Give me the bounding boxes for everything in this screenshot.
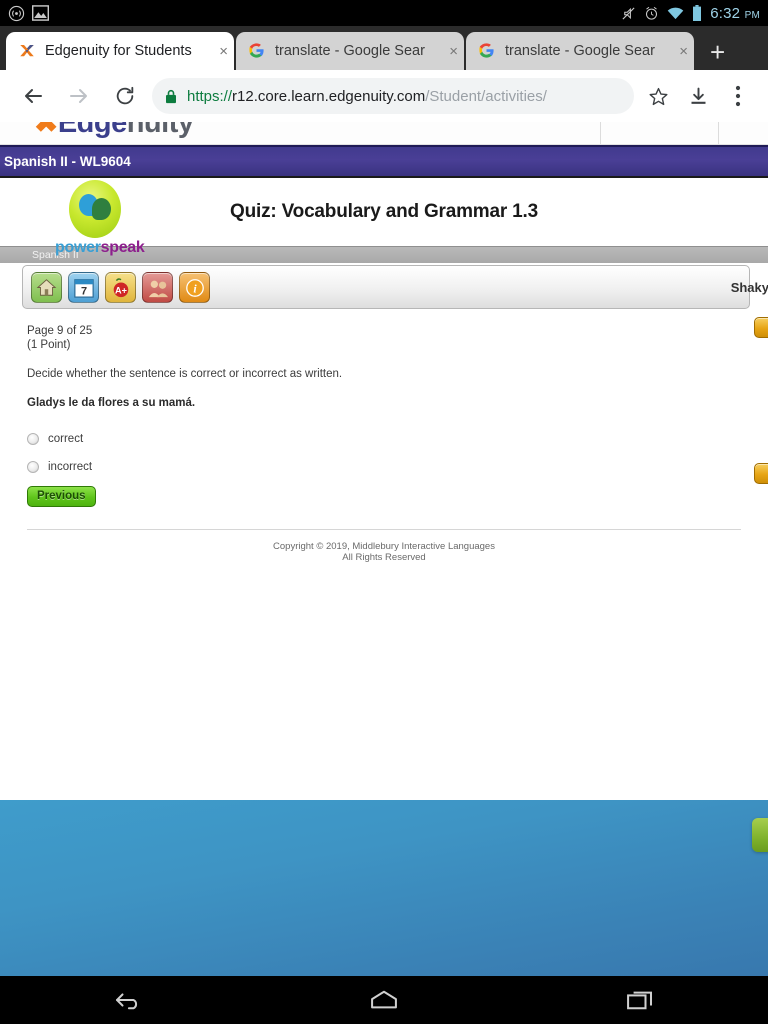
info-icon[interactable]: i [179,271,210,303]
choice-label: incorrect [48,461,93,473]
course-title-bar: Spanish II - WL9604 [0,145,768,178]
forward-arrow-icon [56,84,102,108]
page-indicator: Page 9 of 25 [27,325,93,337]
three-dot-menu-icon[interactable] [718,85,758,107]
tab-close-icon[interactable]: × [219,43,228,60]
previous-button[interactable]: Previous [27,486,96,507]
google-g-icon [478,42,496,60]
battery-icon [692,5,702,21]
question-instruction: Decide whether the sentence is correct o… [27,368,343,380]
next-button-top[interactable] [754,317,768,338]
copyright-footer: Copyright © 2019, Middlebury Interactive… [0,530,768,563]
tab-translate-2[interactable]: translate - Google Sear × [466,32,694,70]
floating-green-chip[interactable] [752,818,768,852]
tab-close-icon[interactable]: × [679,43,688,60]
web-page-viewport: ✖Edgenuity Spanish II - WL9604 powerspea… [0,122,768,800]
powerspeak-word-power: power [55,239,101,256]
address-bar[interactable]: https://r12.core.learn.edgenuity.com/Stu… [152,78,634,114]
question-sentence: Gladys le da flores a su mamá. [27,397,196,409]
device-screen: 6:32 PM Edgenuity for Students × transla… [0,0,768,1024]
quiz-content: Page 9 of 25 (1 Point) Decide whether th… [0,311,768,507]
android-nav-bar [0,976,768,1024]
quiz-meta: Page 9 of 25 (1 Point) [27,325,768,352]
answer-choices: correct incorrect [27,425,768,481]
back-arrow-icon[interactable] [10,84,56,108]
new-tab-button[interactable]: + [710,39,725,65]
copyright-line-2: All Rights Reserved [342,552,426,563]
back-nav-icon[interactable] [83,989,173,1011]
star-icon[interactable] [638,86,678,107]
url-scheme: https:// [187,87,233,105]
header-divider-2 [718,122,719,144]
url-text: https://r12.core.learn.edgenuity.com/Stu… [187,88,547,105]
reload-icon[interactable] [102,85,148,107]
wifi-icon [667,7,684,20]
home-icon[interactable] [31,271,62,303]
home-nav-icon[interactable] [339,989,429,1011]
powerspeak-wordmark: powerspeak [55,239,145,257]
download-icon[interactable] [678,86,718,107]
lesson-toolbar-wrap: 7 A+ i Shaky [0,263,768,311]
radio-button-incorrect[interactable] [27,461,39,473]
edgenuity-word-2: nuity [126,122,194,139]
desktop-wallpaper [0,800,768,976]
edgenuity-x-icon [18,42,36,60]
powerspeak-logo: powerspeak [55,180,145,257]
svg-text:7: 7 [80,285,86,297]
google-g-icon [248,42,266,60]
browser-tab-strip: Edgenuity for Students × translate - Goo… [0,26,768,70]
grades-apple-icon[interactable]: A+ [105,271,136,303]
tab-title: Edgenuity for Students [45,43,192,59]
choice-label: correct [48,433,84,445]
speech-bubble-green-icon [92,198,111,220]
svg-text:A+: A+ [115,285,127,295]
url-host: r12.core.learn.edgenuity.com [232,87,426,105]
tab-title: translate - Google Sear [275,43,425,59]
copyright-line-1: Copyright © 2019, Middlebury Interactive… [273,541,495,552]
screenshot-image-icon [32,5,49,21]
clock-time: 6:32 [710,4,741,22]
course-title: Spanish II - WL9604 [4,154,131,169]
cast-icon [8,5,25,22]
choice-correct[interactable]: correct [27,425,768,453]
edgenuity-mark: ✖ [34,122,58,139]
lesson-toolbar: 7 A+ i Shaky [22,265,768,309]
lock-icon [164,89,178,104]
url-path: /Student/activities/ [425,87,547,105]
next-button-bottom[interactable] [754,463,768,484]
android-status-bar: 6:32 PM [0,0,768,26]
header-divider-1 [600,122,601,144]
points-label: (1 Point) [27,338,71,351]
status-system-icons: 6:32 PM [621,5,760,22]
edgenuity-site-header: ✖Edgenuity [0,122,768,145]
tab-edgenuity[interactable]: Edgenuity for Students × [6,32,234,70]
mute-icon [621,6,636,21]
status-clock: 6:32 PM [710,5,760,22]
edgenuity-logo: ✖Edgenuity [34,122,194,140]
status-notifications [8,5,49,22]
tab-title: translate - Google Sear [505,43,655,59]
powerspeak-word-speak: speak [100,239,145,256]
powerspeak-badge-icon [69,180,121,238]
browser-toolbar: https://r12.core.learn.edgenuity.com/Stu… [0,70,768,122]
tab-close-icon[interactable]: × [449,43,458,60]
calendar-icon[interactable]: 7 [68,271,99,303]
alarm-icon [644,6,659,21]
recents-nav-icon[interactable] [595,989,685,1011]
tab-translate-1[interactable]: translate - Google Sear × [236,32,464,70]
user-name-label: Shaky [730,279,768,295]
radio-button-correct[interactable] [27,433,39,445]
people-icon[interactable] [142,271,173,303]
edgenuity-word-1: Edge [57,122,127,139]
clock-ampm: PM [744,9,760,21]
choice-incorrect[interactable]: incorrect [27,453,768,481]
lesson-header: powerspeak Quiz: Vocabulary and Grammar … [0,178,768,256]
